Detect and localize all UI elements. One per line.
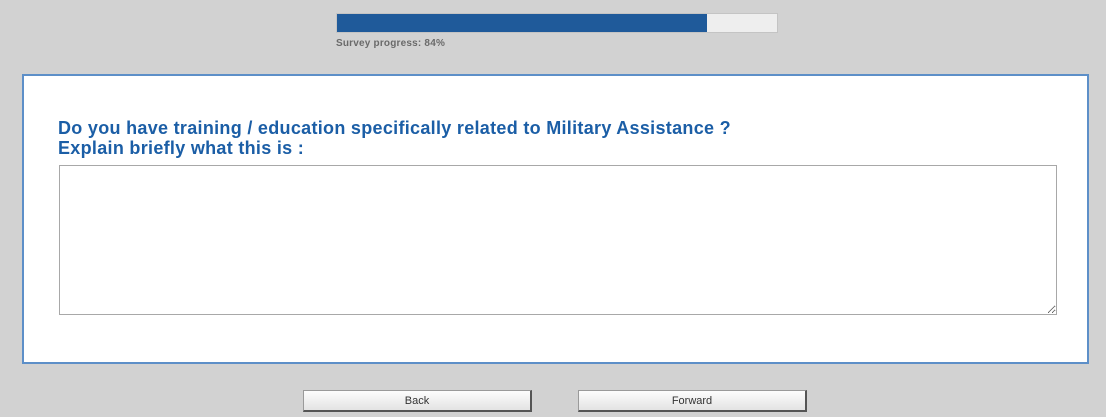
survey-progress-bar	[336, 13, 778, 33]
question-line-1: Do you have training / education specifi…	[58, 118, 731, 138]
answer-textarea[interactable]	[59, 165, 1057, 315]
back-button[interactable]: Back	[303, 390, 532, 412]
forward-button[interactable]: Forward	[578, 390, 807, 412]
question-text: Do you have training / education specifi…	[58, 118, 1058, 158]
survey-progress-label: Survey progress: 84%	[336, 38, 446, 49]
question-panel: Do you have training / education specifi…	[22, 74, 1089, 364]
question-line-2: Explain briefly what this is :	[58, 138, 305, 158]
survey-progress-fill	[337, 14, 707, 32]
